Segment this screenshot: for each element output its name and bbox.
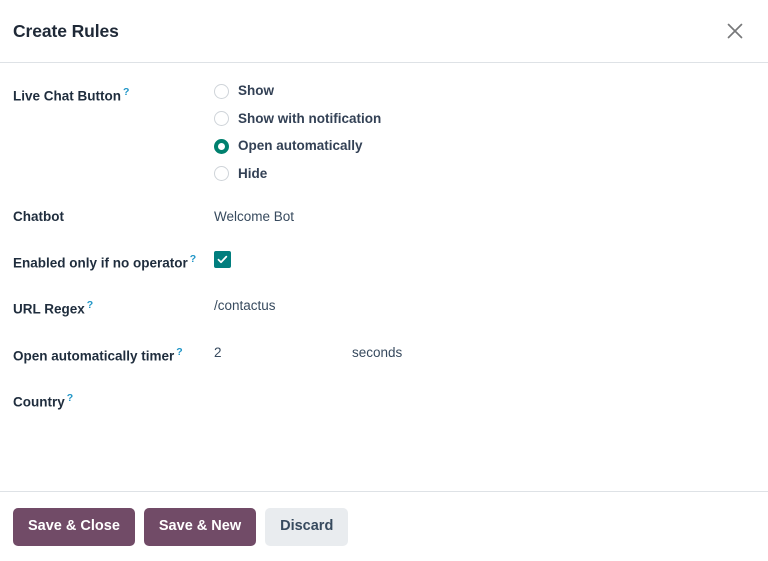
radio-option-show[interactable]: Show	[214, 82, 755, 100]
label-text: Open automatically timer	[13, 348, 175, 364]
value-url-regex: /contactus	[214, 295, 755, 342]
field-row-open-automatically-timer: Open automatically timer? 2 seconds	[13, 342, 755, 388]
value-chatbot: Welcome Bot	[214, 206, 755, 250]
field-row-enabled-only-if-no-operator: Enabled only if no operator?	[13, 249, 755, 295]
label-text: Chatbot	[13, 208, 64, 224]
label-open-automatically-timer: Open automatically timer?	[13, 342, 214, 388]
dialog-footer: Save & Close Save & New Discard	[0, 491, 768, 561]
save-and-new-button[interactable]: Save & New	[143, 507, 257, 546]
url-regex-value[interactable]: /contactus	[214, 298, 276, 313]
open-automatically-timer-value[interactable]: 2	[214, 342, 352, 364]
check-icon	[217, 254, 228, 265]
help-icon[interactable]: ?	[176, 346, 182, 358]
label-live-chat-button: Live Chat Button?	[13, 82, 214, 206]
close-button[interactable]	[720, 16, 750, 46]
discard-button[interactable]: Discard	[265, 507, 349, 546]
label-text: Enabled only if no operator	[13, 255, 188, 271]
label-text: Country	[13, 394, 65, 410]
label-url-regex: URL Regex?	[13, 295, 214, 342]
radio-option-label: Show with notification	[238, 110, 382, 126]
label-text: URL Regex	[13, 301, 85, 317]
field-row-live-chat-button: Live Chat Button? Show Show with notific…	[13, 82, 755, 206]
help-icon[interactable]: ?	[190, 253, 196, 265]
field-row-chatbot: Chatbot Welcome Bot	[13, 206, 755, 250]
radio-mark-icon-selected[interactable]	[214, 138, 229, 154]
label-country: Country?	[13, 388, 214, 415]
close-icon	[724, 20, 746, 42]
label-chatbot: Chatbot	[13, 206, 214, 250]
timer-wrapper: 2 seconds	[214, 342, 755, 364]
dialog-body: Live Chat Button? Show Show with notific…	[0, 63, 768, 491]
value-live-chat-button: Show Show with notification Open automat…	[214, 82, 755, 206]
help-icon[interactable]: ?	[87, 299, 93, 311]
value-enabled-only-if-no-operator	[214, 249, 755, 295]
radio-mark-icon[interactable]	[214, 166, 229, 181]
label-enabled-only-if-no-operator: Enabled only if no operator?	[13, 249, 214, 295]
live-chat-button-radio-group: Show Show with notification Open automat…	[214, 82, 755, 183]
help-icon[interactable]: ?	[123, 86, 129, 98]
open-automatically-timer-unit: seconds	[352, 345, 403, 360]
radio-mark-icon[interactable]	[214, 111, 229, 126]
create-rules-dialog: Create Rules Live Chat Button? Show Show…	[0, 0, 768, 561]
field-row-url-regex: URL Regex? /contactus	[13, 295, 755, 342]
field-row-country: Country?	[13, 388, 755, 415]
radio-option-label: Hide	[238, 165, 268, 181]
radio-option-open-automatically[interactable]: Open automatically	[214, 137, 755, 155]
save-and-close-button[interactable]: Save & Close	[13, 507, 135, 546]
radio-option-label: Open automatically	[238, 138, 363, 153]
radio-option-show-with-notification[interactable]: Show with notification	[214, 110, 755, 128]
radio-option-hide[interactable]: Hide	[214, 165, 755, 183]
help-icon[interactable]: ?	[67, 392, 73, 404]
enabled-only-if-no-operator-checkbox[interactable]	[214, 251, 231, 268]
chatbot-value[interactable]: Welcome Bot	[214, 209, 294, 224]
radio-mark-icon[interactable]	[214, 83, 229, 99]
value-country	[214, 388, 755, 415]
dialog-header: Create Rules	[0, 0, 768, 63]
rules-form: Live Chat Button? Show Show with notific…	[13, 82, 755, 415]
dialog-title: Create Rules	[13, 20, 119, 41]
label-text: Live Chat Button	[13, 88, 121, 104]
radio-option-label: Show	[238, 83, 274, 98]
value-open-automatically-timer: 2 seconds	[214, 342, 755, 388]
